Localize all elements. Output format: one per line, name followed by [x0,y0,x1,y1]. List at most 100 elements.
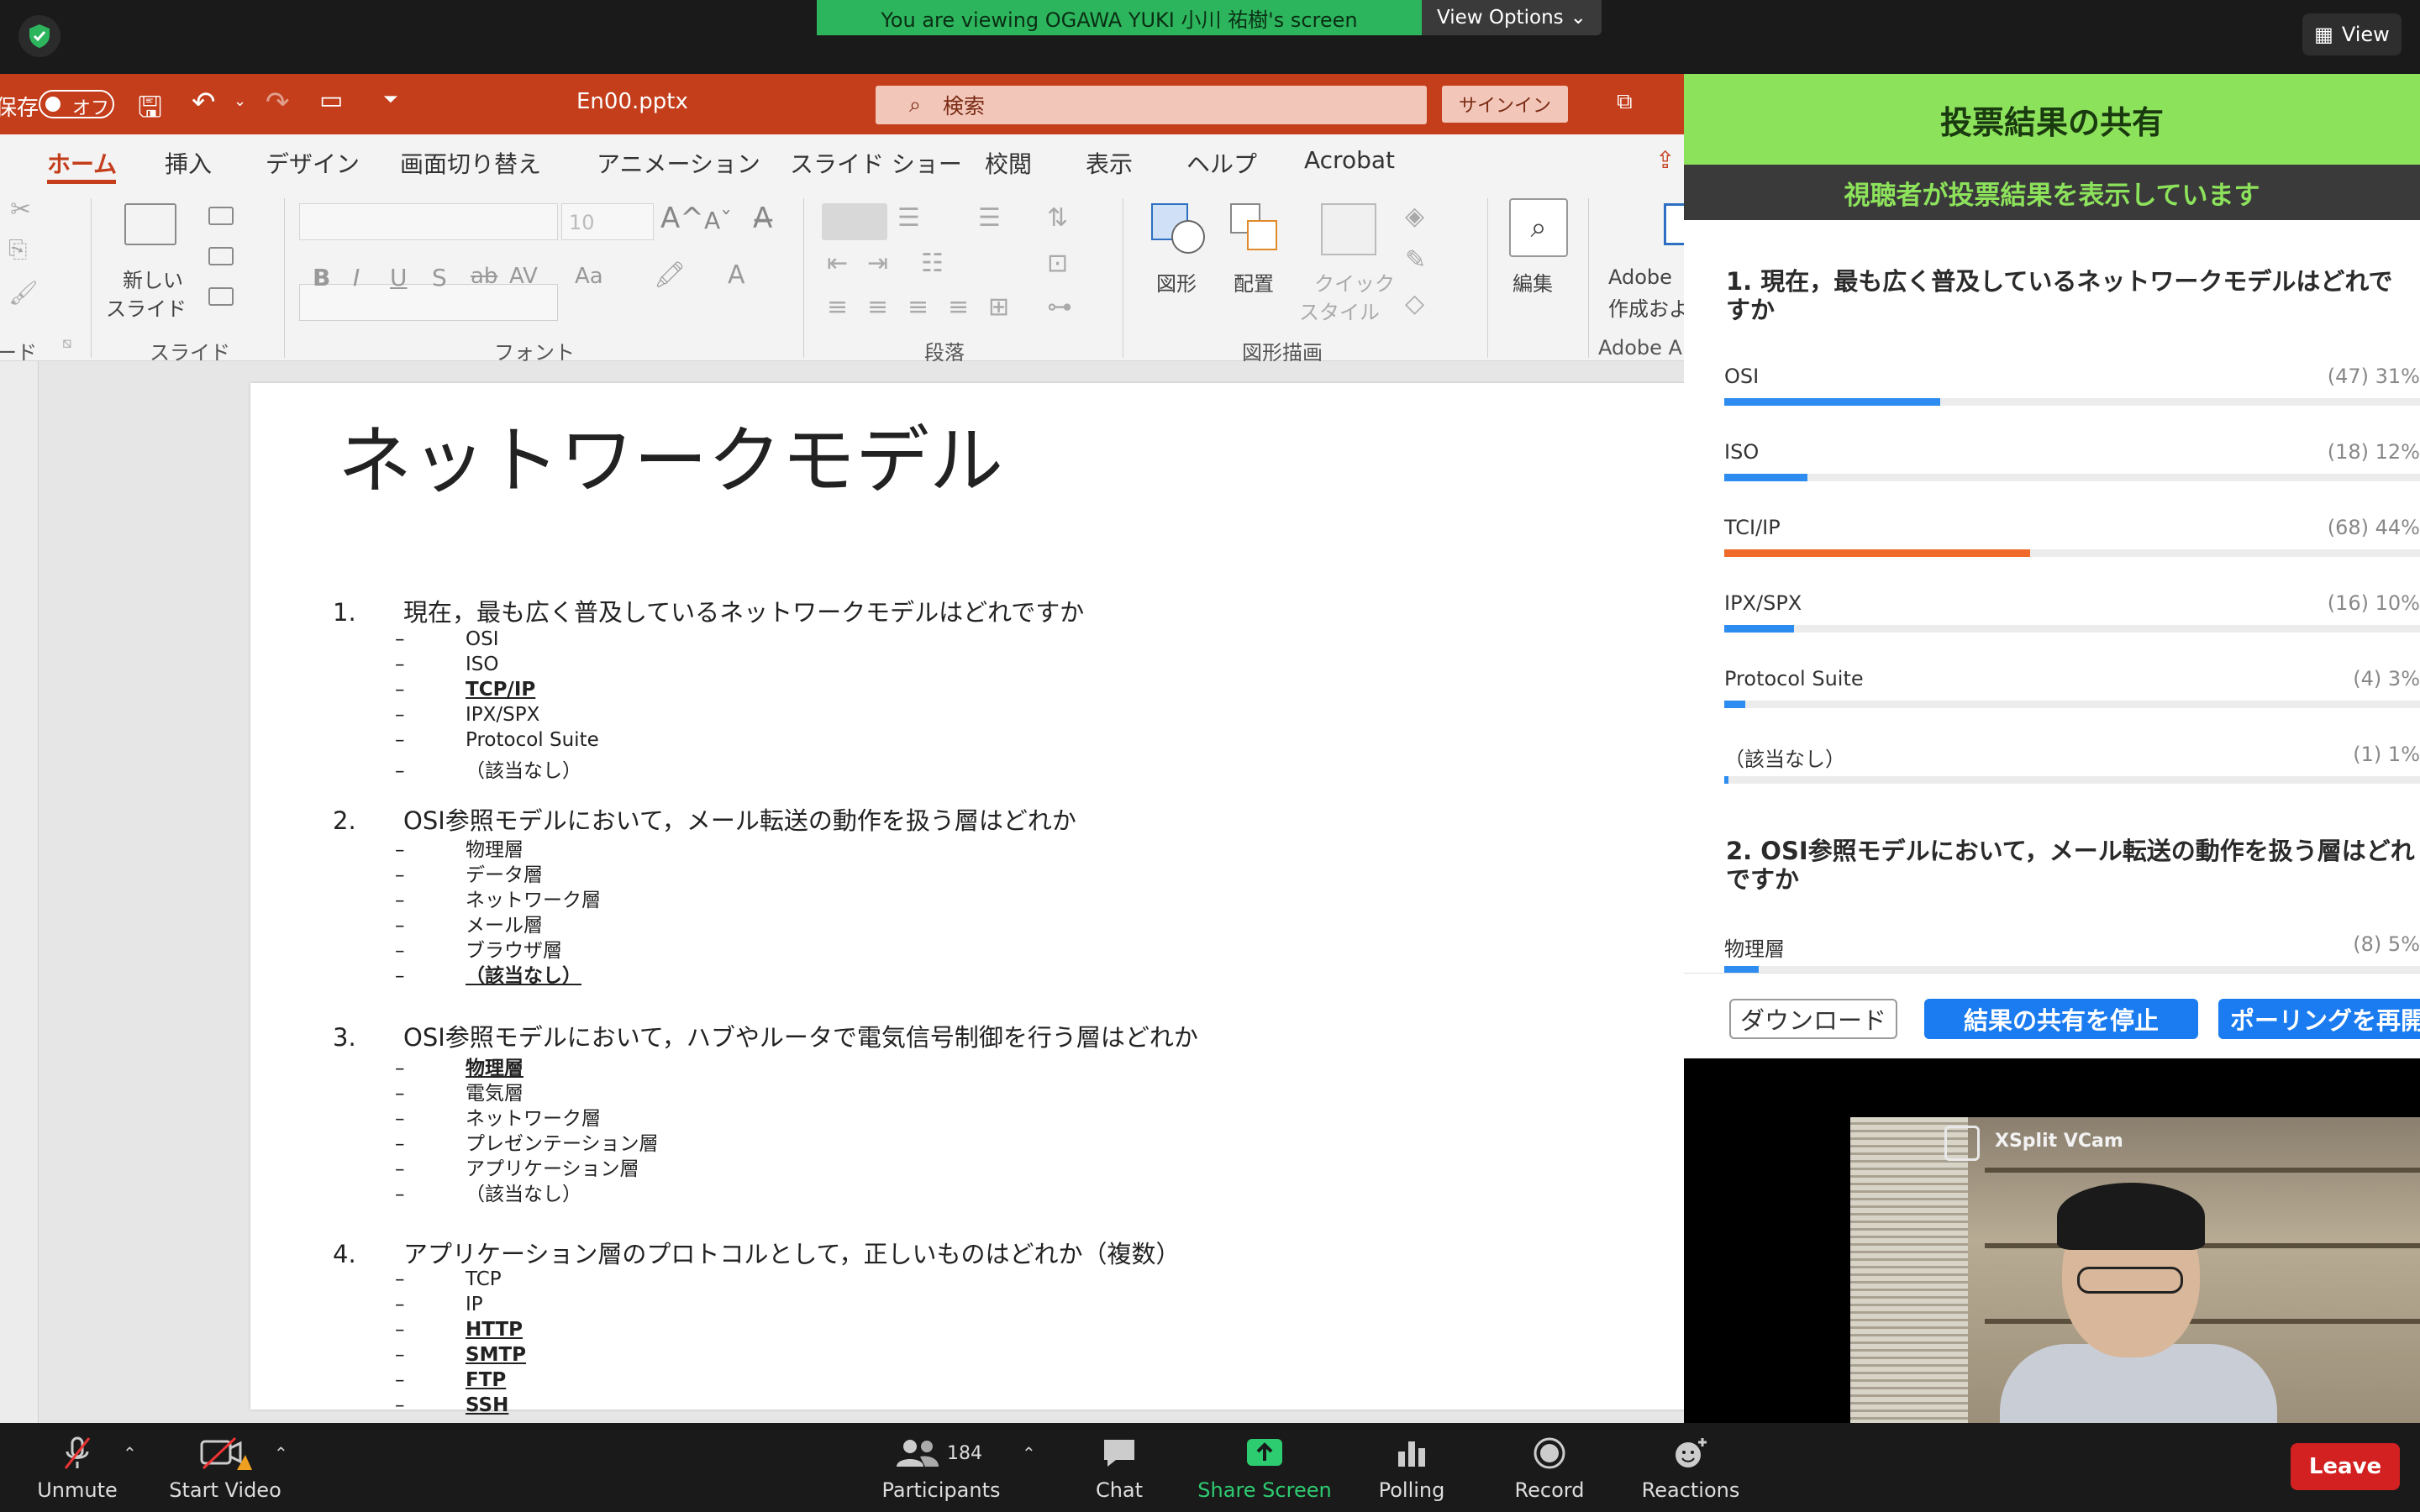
ribbon-display-icon[interactable]: ⧉ [1617,89,1633,115]
reactions-button[interactable]: Reactions [1640,1423,1741,1512]
chat-button[interactable]: Chat [1081,1423,1158,1512]
adobe-pdf-icon[interactable] [1664,203,1684,245]
tab-home[interactable]: ホーム [47,146,117,180]
download-button[interactable]: ダウンロード [1729,999,1897,1039]
align-right-icon[interactable]: ≡ [908,292,929,322]
strikethrough-icon[interactable]: ab [471,264,497,289]
new-slide-icon[interactable] [124,203,176,245]
tab-slideshow[interactable]: スライド ショー [790,146,962,180]
redo-icon[interactable]: ↷ [266,86,290,119]
participants-button[interactable]: 184 Participants [874,1423,1008,1512]
columns-icon[interactable]: ☷ [921,249,944,278]
polling-button[interactable]: Polling [1373,1423,1450,1512]
font-family-input[interactable] [299,203,558,240]
autosave-toggle[interactable]: オフ [39,90,114,119]
start-video-button[interactable]: Start Video [165,1423,286,1512]
leave-button[interactable]: Leave [2291,1443,2400,1490]
search-icon[interactable]: ⌕ [1509,198,1568,257]
option-text: ISO [466,654,499,675]
increase-indent-icon[interactable]: ⇥ [867,249,888,278]
numbering-icon[interactable]: ☰ [897,203,920,233]
align-center-icon[interactable]: ≡ [867,292,888,322]
format-painter-icon[interactable]: 🖌 [8,279,39,307]
new-slide-label-1[interactable]: 新しい [123,264,183,293]
highlight-icon[interactable]: 🖍 [654,260,686,290]
shape-fill-icon[interactable]: ◈ [1405,202,1424,231]
customize-toolbar-icon[interactable]: ⏷ [383,89,398,110]
undo-dropdown-icon[interactable]: ⌄ [234,92,246,110]
text-direction-icon[interactable]: ⇅ [1047,203,1068,233]
thumbnail-pane[interactable] [0,361,39,1423]
cut-icon[interactable]: ✂ [10,195,31,224]
tab-acrobat[interactable]: Acrobat [1304,146,1395,174]
copy-icon[interactable]: ⎘ [8,235,27,264]
clear-format-icon[interactable]: A̶ [753,202,772,235]
unmute-button[interactable]: Unmute [34,1423,121,1512]
option-item: – FTP [395,1369,506,1391]
align-left-icon[interactable]: ≡ [827,292,848,322]
stop-sharing-button[interactable]: 結果の共有を停止 [1924,999,2198,1039]
new-slide-label-2[interactable]: スライド [106,292,187,322]
share-screen-button[interactable]: Share Screen [1193,1423,1336,1512]
search-input[interactable]: ⌕ 検索 [876,86,1427,124]
quick-style-icon[interactable] [1321,203,1376,255]
bullets-button[interactable] [822,203,887,240]
question-number: 4. [333,1240,356,1268]
smartart-icon[interactable]: ⊶ [1047,292,1072,322]
italic-icon[interactable]: I [353,264,360,291]
security-shield-icon[interactable] [18,15,60,57]
video-options-chevron-icon[interactable]: ⌃ [274,1443,288,1463]
view-button[interactable]: ▦ View [2302,13,2402,55]
save-icon[interactable]: 🖫 [138,87,162,135]
layout-icon[interactable] [208,207,234,225]
align-text-icon[interactable]: ⊡ [1047,249,1068,278]
shape-effects-icon[interactable]: ◇ [1405,289,1424,318]
arrange-label[interactable]: 配置 [1234,267,1274,297]
grow-font-icon[interactable]: A^ [660,202,704,235]
tab-help[interactable]: ヘルプ [1186,146,1257,180]
tab-design[interactable]: デザイン [266,146,360,180]
signin-button[interactable]: サインイン [1442,86,1568,123]
shapes-label[interactable]: 図形 [1156,267,1197,297]
section-icon[interactable] [208,287,234,306]
participant-video[interactable]: XSplit VCam [1850,1117,2420,1423]
tab-review[interactable]: 校閲 [985,146,1032,180]
bold-icon[interactable]: B [313,264,330,291]
present-icon[interactable]: ▭ [319,86,343,115]
edit-label[interactable]: 編集 [1512,267,1553,297]
font-name-input[interactable] [299,284,558,321]
record-button[interactable]: Record [1511,1423,1588,1512]
audio-options-chevron-icon[interactable]: ⌃ [123,1443,137,1463]
shape-outline-icon[interactable]: ✎ [1405,245,1426,275]
justify-icon[interactable]: ≡ [948,292,969,322]
decrease-indent-icon[interactable]: ⇤ [827,249,848,278]
poll-answer-value: (4) 3% [2353,667,2420,690]
quick-style-label-2[interactable]: スタイル [1299,296,1380,325]
shadow-icon[interactable]: S [432,264,447,291]
participants-chevron-icon[interactable]: ⌃ [1022,1443,1036,1463]
tab-insert[interactable]: 挿入 [165,146,212,180]
launcher-icon[interactable]: ⧅ [62,334,71,352]
font-color-icon[interactable]: A [728,260,745,290]
quick-style-label-1[interactable]: クイック [1314,267,1395,297]
distribute-icon[interactable]: ⊞ [988,292,1009,322]
view-options-button[interactable]: View Options ⌄ [1422,0,1602,35]
font-size-input[interactable]: 10 [561,203,654,240]
change-case-icon[interactable]: Aa [575,264,603,289]
adobe-label-2[interactable]: 作成およ [1608,292,1684,322]
char-spacing-icon[interactable]: AV [509,264,538,289]
slide[interactable]: ネットワークモデル 1. 現在，最も広く普及しているネットワークモデルはどれですか… [250,383,1684,1416]
shrink-font-icon[interactable]: Aˇ [704,207,732,234]
person-hair [2057,1183,2205,1250]
tab-transitions[interactable]: 画面切り替え [400,146,541,180]
reset-icon[interactable] [208,247,234,265]
reopen-polling-button[interactable]: ポーリングを再開 [2218,999,2420,1039]
tab-animations[interactable]: アニメーション [597,146,760,180]
line-spacing-icon[interactable]: ☰ [978,203,1001,233]
question-number: 1. [333,598,356,627]
adobe-label-1[interactable]: Adobe [1608,265,1672,289]
tab-view[interactable]: 表示 [1086,146,1133,180]
share-icon[interactable]: ⇪ [1655,146,1675,174]
undo-icon[interactable]: ↶ [192,86,216,119]
underline-icon[interactable]: U [390,264,408,291]
